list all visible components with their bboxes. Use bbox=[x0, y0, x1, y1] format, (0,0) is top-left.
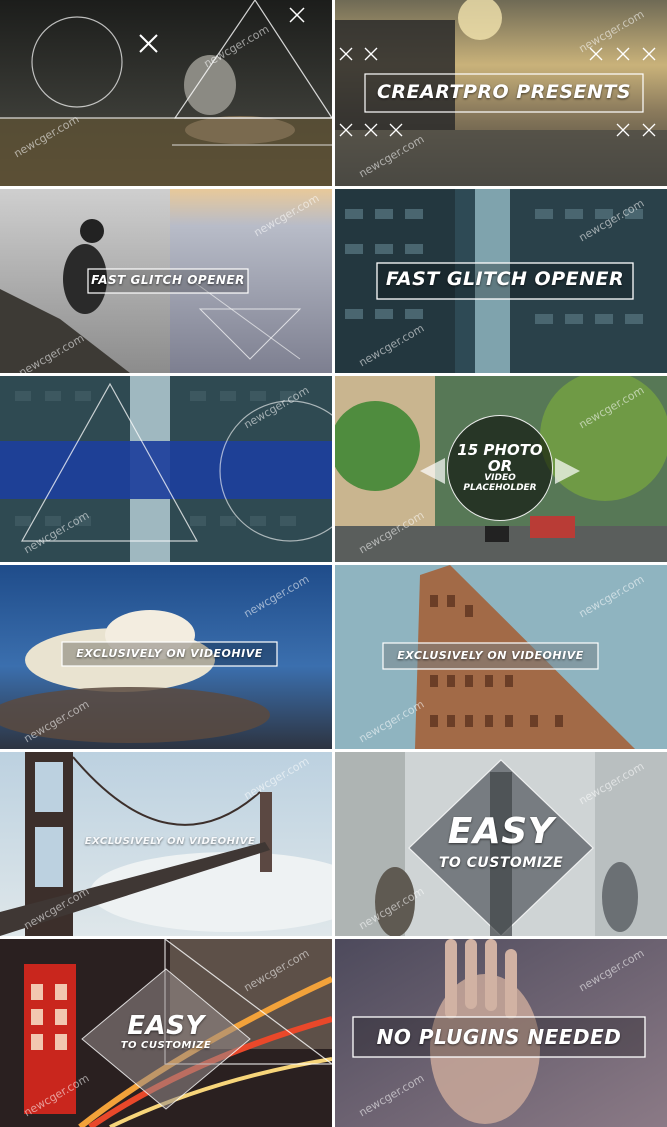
caption-no-plugins-needed: NO PLUGINS NEEDED bbox=[376, 1025, 622, 1049]
photo-placeholder-badge: 15 PHOTO OR VIDEO PLACEHOLDER bbox=[447, 415, 553, 521]
caption-creartpro-presents: CREARTPRO PRESENTS bbox=[376, 81, 632, 103]
tile-man-clouds: FAST GLITCH OPENER newcger.com newcger.c… bbox=[0, 189, 332, 373]
tile-flatiron: EXCLUSIVELY ON VIDEOHIVE newcger.com new… bbox=[335, 565, 667, 749]
fox-forest-image bbox=[0, 0, 332, 186]
tile-rain-hand: NO PLUGINS NEEDED newcger.com newcger.co… bbox=[335, 939, 667, 1127]
tile-fox-forest: newcger.com newcger.com bbox=[0, 0, 332, 186]
caption-to-customize: TO CUSTOMIZE bbox=[438, 855, 564, 871]
caption-exclusively-on-videohive: EXCLUSIVELY ON VIDEOHIVE bbox=[84, 836, 256, 847]
tile-sunset-pier: CREARTPRO PRESENTS newcger.com newcger.c… bbox=[335, 0, 667, 186]
tile-phone-booth: EASY TO CUSTOMIZE newcger.com newcger.co… bbox=[0, 939, 332, 1127]
placeholder-or: OR bbox=[487, 456, 513, 475]
tile-bridge: EXCLUSIVELY ON VIDEOHIVE newcger.com new… bbox=[0, 752, 332, 936]
tile-city-teal: FAST GLITCH OPENER newcger.com newcger.c… bbox=[335, 189, 667, 373]
tile-glitch-city: newcger.com newcger.com bbox=[0, 376, 332, 562]
caption-exclusively-on-videohive: EXCLUSIVELY ON VIDEOHIVE bbox=[76, 647, 263, 660]
caption-fast-glitch-opener: FAST GLITCH OPENER bbox=[91, 273, 245, 287]
caption-exclusively-on-videohive: EXCLUSIVELY ON VIDEOHIVE bbox=[397, 649, 584, 662]
tile-street-placeholder: 15 PHOTO OR VIDEO PLACEHOLDER newcger.co… bbox=[335, 376, 667, 562]
caption-easy: EASY bbox=[447, 811, 555, 852]
preview-grid: newcger.com newcger.com CREARTPRO PRESEN… bbox=[0, 0, 667, 1127]
caption-to-customize: TO CUSTOMIZE bbox=[120, 1040, 212, 1051]
placeholder-label: PLACEHOLDER bbox=[463, 482, 537, 493]
tile-blue-sky: EXCLUSIVELY ON VIDEOHIVE newcger.com new… bbox=[0, 565, 332, 749]
caption-fast-glitch-opener: FAST GLITCH OPENER bbox=[385, 268, 625, 290]
tile-easy-glass: EASY TO CUSTOMIZE newcger.com newcger.co… bbox=[335, 752, 667, 936]
caption-easy: EASY bbox=[127, 1011, 205, 1041]
